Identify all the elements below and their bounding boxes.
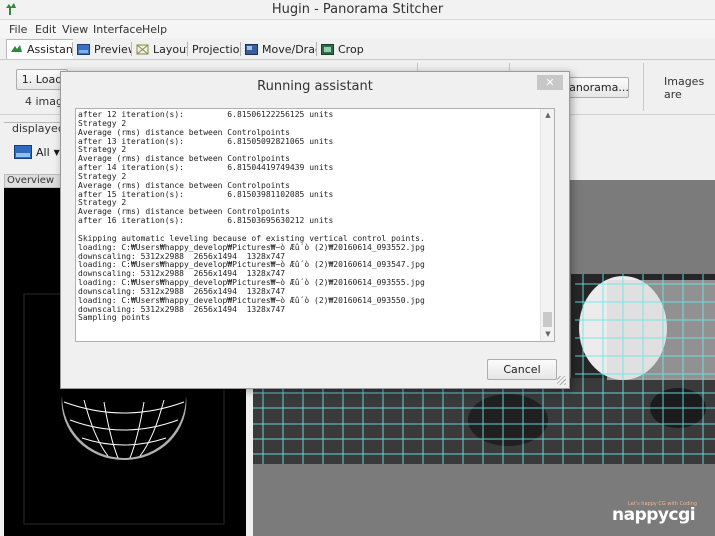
- watermark-logo: nappycgi: [612, 505, 696, 525]
- menu-help[interactable]: Help: [142, 23, 167, 36]
- title-bar: Hugin - Panorama Stitcher: [0, 0, 715, 20]
- move-drag-icon: [245, 43, 258, 55]
- show-all-button[interactable]: All ▼: [14, 145, 60, 159]
- tab-label: Assistant: [27, 43, 78, 56]
- dialog-title: Running assistant: [257, 79, 373, 94]
- tab-bar: Assistant Preview Layout Projection Move…: [0, 38, 715, 60]
- menu-file[interactable]: File: [9, 23, 27, 36]
- menu-bar: File Edit View Interface Help: [0, 20, 715, 38]
- menu-interface[interactable]: Interface: [93, 23, 142, 36]
- tab-label: Move/Drag: [262, 42, 322, 56]
- scroll-thumb[interactable]: [543, 312, 552, 327]
- log-line: after 14 iteration(s): 6.81504419749439 …: [78, 163, 334, 173]
- window-title: Hugin - Panorama Stitcher: [271, 2, 444, 17]
- close-icon[interactable]: ✕: [537, 75, 563, 90]
- tab-move-drag[interactable]: Move/Drag: [241, 39, 327, 59]
- dialog-titlebar[interactable]: Running assistant ✕: [61, 72, 569, 102]
- log-line: after 16 iteration(s): 6.81503695630212 …: [78, 216, 334, 226]
- tab-label: Crop: [338, 42, 364, 56]
- panorama-icon: [14, 145, 32, 159]
- scroll-down-icon[interactable]: ▼: [544, 330, 552, 338]
- scroll-up-icon[interactable]: ▲: [544, 111, 552, 119]
- images-are-label: Images are: [664, 75, 705, 101]
- log-output[interactable]: after 12 iteration(s): 6.81506122256125 …: [75, 108, 555, 342]
- preview-icon: [77, 43, 90, 55]
- log-line: after 13 iteration(s): 6.81505092821065 …: [78, 136, 334, 146]
- tab-layout[interactable]: Layout: [132, 39, 196, 59]
- log-scrollbar[interactable]: ▲ ▼: [540, 109, 554, 341]
- toolbar-separator: [643, 63, 644, 111]
- tab-label: Projection: [192, 42, 247, 56]
- layout-icon: [136, 44, 149, 54]
- chevron-down-icon: ▼: [53, 147, 60, 157]
- resize-grip-icon[interactable]: [557, 376, 566, 385]
- tab-assistant[interactable]: Assistant: [6, 39, 83, 59]
- running-assistant-dialog: Running assistant ✕ after 12 iteration(s…: [60, 71, 570, 389]
- tab-crop[interactable]: Crop: [317, 39, 369, 59]
- menu-view[interactable]: View: [62, 23, 88, 36]
- create-panorama-button[interactable]: panorama...: [562, 77, 629, 98]
- tab-label: Layout: [153, 42, 191, 56]
- log-text: after 12 iteration(s): 6.81506122256125 …: [78, 110, 538, 323]
- cancel-button[interactable]: Cancel: [487, 359, 557, 380]
- log-line: after 12 iteration(s): 6.81506122256125 …: [78, 110, 334, 119]
- crop-icon: [321, 43, 334, 55]
- menu-edit[interactable]: Edit: [35, 23, 56, 36]
- assistant-icon: [11, 45, 22, 52]
- log-line: after 15 iteration(s): 6.81503981102085 …: [78, 189, 334, 199]
- group-divider: [4, 122, 60, 123]
- log-line: Sampling points: [78, 313, 151, 323]
- all-label: All: [36, 145, 50, 159]
